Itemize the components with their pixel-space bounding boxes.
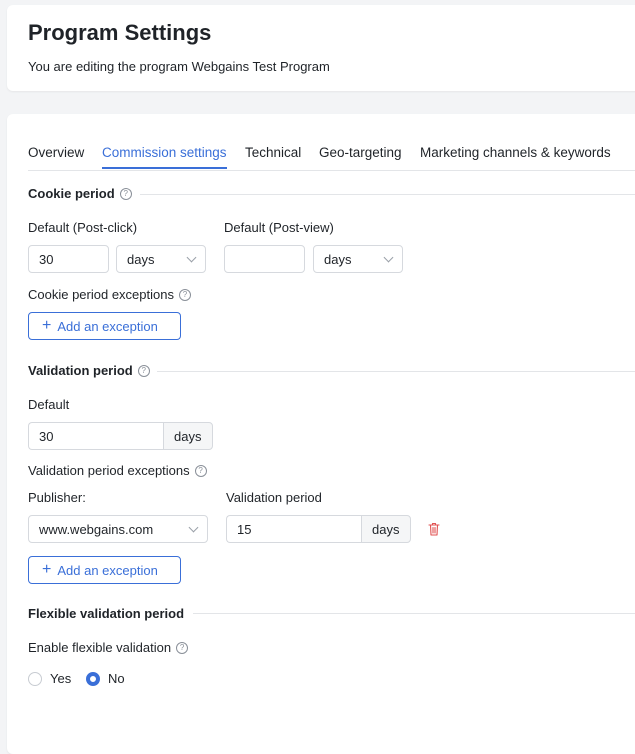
validation-exceptions-label-text: Validation period exceptions	[28, 463, 190, 478]
cookie-period-title-text: Cookie period	[28, 186, 115, 201]
validation-period-column-label: Validation period	[226, 490, 322, 505]
help-icon[interactable]: ?	[137, 364, 150, 377]
post-click-input[interactable]: 30	[28, 245, 109, 273]
help-icon[interactable]: ?	[119, 187, 132, 200]
radio-yes-indicator[interactable]	[28, 671, 42, 686]
tab-geo-targeting[interactable]: Geo-targeting	[319, 145, 402, 160]
validation-period-title: Validation period ?	[28, 363, 150, 378]
plus-icon: +	[42, 561, 52, 578]
settings-card: Overview Commission settings Technical G…	[7, 114, 635, 754]
validation-default-unit: days	[163, 422, 213, 450]
page-title: Program Settings	[28, 20, 212, 45]
add-validation-exception-button[interactable]: + Add an exception	[28, 556, 181, 584]
add-cookie-exception-button[interactable]: + Add an exception	[28, 312, 181, 340]
exception-period-group: 15 days	[226, 515, 411, 543]
add-cookie-exception-label: Add an exception	[57, 318, 158, 334]
header-card: Program Settings You are editing the pro…	[7, 5, 635, 91]
validation-default-input[interactable]: 30	[28, 422, 163, 450]
post-view-unit-value: days	[324, 251, 352, 267]
help-icon[interactable]: ?	[178, 288, 191, 301]
tab-commission-settings[interactable]: Commission settings	[102, 145, 227, 169]
tab-overview[interactable]: Overview	[28, 145, 84, 160]
enable-flexible-label-text: Enable flexible validation	[28, 640, 172, 655]
tab-technical[interactable]: Technical	[245, 145, 301, 160]
section-divider	[140, 194, 635, 195]
cookie-exceptions-label: Cookie period exceptions ?	[28, 287, 191, 302]
help-icon[interactable]: ?	[194, 464, 207, 477]
radio-no-label: No	[108, 671, 125, 686]
section-divider	[193, 613, 635, 614]
radio-yes-label: Yes	[50, 671, 72, 686]
post-click-label: Default (Post-click)	[28, 220, 138, 235]
enable-flexible-label: Enable flexible validation ?	[28, 640, 189, 655]
chevron-down-icon	[186, 252, 197, 262]
exception-period-input[interactable]: 15	[226, 515, 361, 543]
help-icon[interactable]: ?	[176, 641, 189, 654]
validation-default-label: Default	[28, 397, 70, 412]
exception-period-unit: days	[361, 515, 411, 543]
validation-default-group: 30 days	[28, 422, 213, 450]
post-view-unit-select[interactable]: days	[313, 245, 403, 273]
post-click-unit-value: days	[127, 251, 155, 267]
flexible-validation-title: Flexible validation period	[28, 606, 184, 621]
chevron-down-icon	[188, 522, 199, 532]
post-click-unit-select[interactable]: days	[116, 245, 206, 273]
publisher-select[interactable]: www.webgains.com	[28, 515, 208, 543]
plus-icon: +	[42, 317, 52, 334]
cookie-exceptions-label-text: Cookie period exceptions	[28, 287, 174, 302]
post-view-label: Default (Post-view)	[224, 220, 334, 235]
chevron-down-icon	[383, 252, 394, 262]
publisher-column-label: Publisher:	[28, 490, 86, 505]
page-subtitle: You are editing the program Webgains Tes…	[28, 59, 330, 74]
cookie-period-title: Cookie period ?	[28, 186, 132, 201]
validation-exceptions-label: Validation period exceptions ?	[28, 463, 207, 478]
tab-bar: Overview Commission settings Technical G…	[28, 142, 635, 171]
radio-yes[interactable]: Yes	[28, 671, 71, 686]
trash-icon[interactable]	[428, 522, 440, 536]
section-divider	[157, 371, 635, 372]
flexible-validation-title-text: Flexible validation period	[28, 606, 185, 621]
add-validation-exception-label: Add an exception	[57, 562, 158, 578]
publisher-select-value: www.webgains.com	[39, 521, 154, 537]
validation-period-title-text: Validation period	[28, 363, 133, 378]
radio-no[interactable]: No	[86, 671, 125, 686]
radio-no-indicator[interactable]	[86, 671, 100, 686]
tab-marketing-channels[interactable]: Marketing channels & keywords	[420, 145, 611, 160]
post-view-input[interactable]	[224, 245, 305, 273]
